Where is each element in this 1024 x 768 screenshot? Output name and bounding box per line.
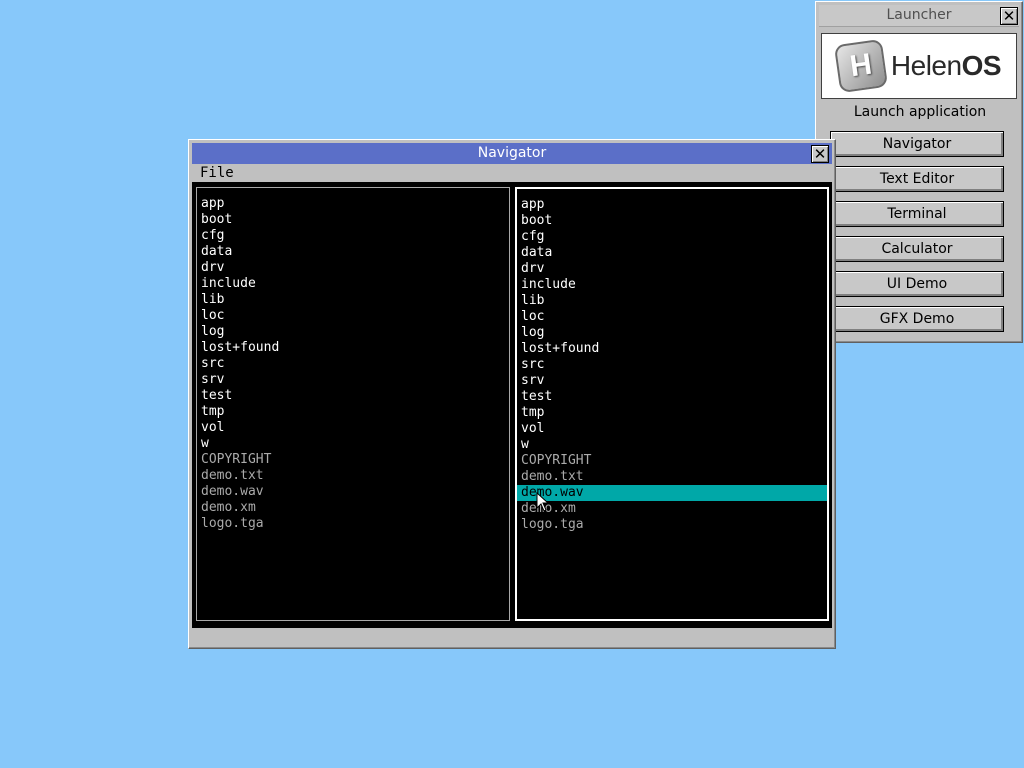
navigator-title[interactable]: Navigator [192, 143, 832, 164]
directory-entry[interactable]: boot [197, 212, 509, 228]
directory-entry[interactable]: drv [517, 261, 827, 277]
directory-entry[interactable]: app [197, 196, 509, 212]
directory-entry[interactable]: data [197, 244, 509, 260]
directory-entry[interactable]: w [517, 437, 827, 453]
launch-ui-demo-button[interactable]: UI Demo [830, 271, 1004, 297]
directory-entry[interactable]: tmp [517, 405, 827, 421]
directory-entry[interactable]: loc [197, 308, 509, 324]
menu-file[interactable]: File [192, 164, 242, 182]
directory-entry[interactable]: test [197, 388, 509, 404]
launch-text-editor-button[interactable]: Text Editor [830, 166, 1004, 192]
file-entry[interactable]: demo.xm [197, 500, 509, 516]
file-entry[interactable]: demo.txt [517, 469, 827, 485]
directory-entry[interactable]: cfg [197, 228, 509, 244]
directory-entry[interactable]: drv [197, 260, 509, 276]
helenos-h-icon: H [833, 38, 889, 94]
selected-file-entry[interactable]: demo.wav [517, 485, 827, 501]
navigator-close-icon[interactable]: ✕ [811, 145, 829, 163]
right-file-list: app boot cfg data drv include lib loc log lost+fo… [517, 189, 827, 533]
file-entry[interactable]: COPYRIGHT [197, 452, 509, 468]
navigator-content: app boot cfg data drv include lib loc log lost+fo… [192, 182, 832, 628]
directory-entry[interactable]: srv [197, 372, 509, 388]
directory-entry[interactable]: vol [517, 421, 827, 437]
helenos-wordmark: HelenOS [890, 50, 1002, 81]
directory-entry[interactable]: log [197, 324, 509, 340]
right-file-panel[interactable]: app boot cfg data drv include lib loc log lost+fo… [514, 186, 830, 622]
directory-entry[interactable]: test [517, 389, 827, 405]
directory-entry[interactable]: boot [517, 213, 827, 229]
directory-entry[interactable]: src [517, 357, 827, 373]
directory-entry[interactable]: lib [517, 293, 827, 309]
directory-entry[interactable]: w [197, 436, 509, 452]
left-file-list: app boot cfg data drv include lib loc log lost+fo… [197, 188, 509, 532]
launch-navigator-button[interactable]: Navigator [830, 131, 1004, 157]
file-entry[interactable]: demo.wav [197, 484, 509, 500]
directory-entry[interactable]: loc [517, 309, 827, 325]
launch-application-label: Launch application [853, 104, 987, 120]
directory-entry[interactable]: lost+found [517, 341, 827, 357]
directory-entry[interactable]: lib [197, 292, 509, 308]
launcher-title[interactable]: Launcher [819, 5, 1019, 27]
helenos-logo: H HelenOS [821, 33, 1017, 99]
launch-calculator-button[interactable]: Calculator [830, 236, 1004, 262]
directory-entry[interactable]: include [517, 277, 827, 293]
file-entry[interactable]: logo.tga [517, 517, 827, 533]
file-entry[interactable]: COPYRIGHT [517, 453, 827, 469]
directory-entry[interactable]: src [197, 356, 509, 372]
directory-entry[interactable]: srv [517, 373, 827, 389]
directory-entry[interactable]: data [517, 245, 827, 261]
directory-entry[interactable]: include [197, 276, 509, 292]
directory-entry[interactable]: app [517, 197, 827, 213]
launcher-close-icon[interactable]: ✕ [1000, 7, 1018, 25]
menubar: File [192, 164, 832, 182]
launch-gfx-demo-button[interactable]: GFX Demo [830, 306, 1004, 332]
launcher-window: Launcher ✕ H HelenOS Launch application … [815, 1, 1023, 343]
status-bar [192, 628, 832, 645]
file-entry[interactable]: demo.txt [197, 468, 509, 484]
directory-entry[interactable]: tmp [197, 404, 509, 420]
left-file-panel[interactable]: app boot cfg data drv include lib loc log lost+fo… [195, 186, 511, 622]
directory-entry[interactable]: cfg [517, 229, 827, 245]
directory-entry[interactable]: lost+found [197, 340, 509, 356]
directory-entry[interactable]: log [517, 325, 827, 341]
directory-entry[interactable]: vol [197, 420, 509, 436]
file-entry[interactable]: logo.tga [197, 516, 509, 532]
file-entry[interactable]: demo.xm [517, 501, 827, 517]
launch-terminal-button[interactable]: Terminal [830, 201, 1004, 227]
navigator-window: Navigator ✕ File app boot cfg data drv includ… [188, 139, 836, 649]
